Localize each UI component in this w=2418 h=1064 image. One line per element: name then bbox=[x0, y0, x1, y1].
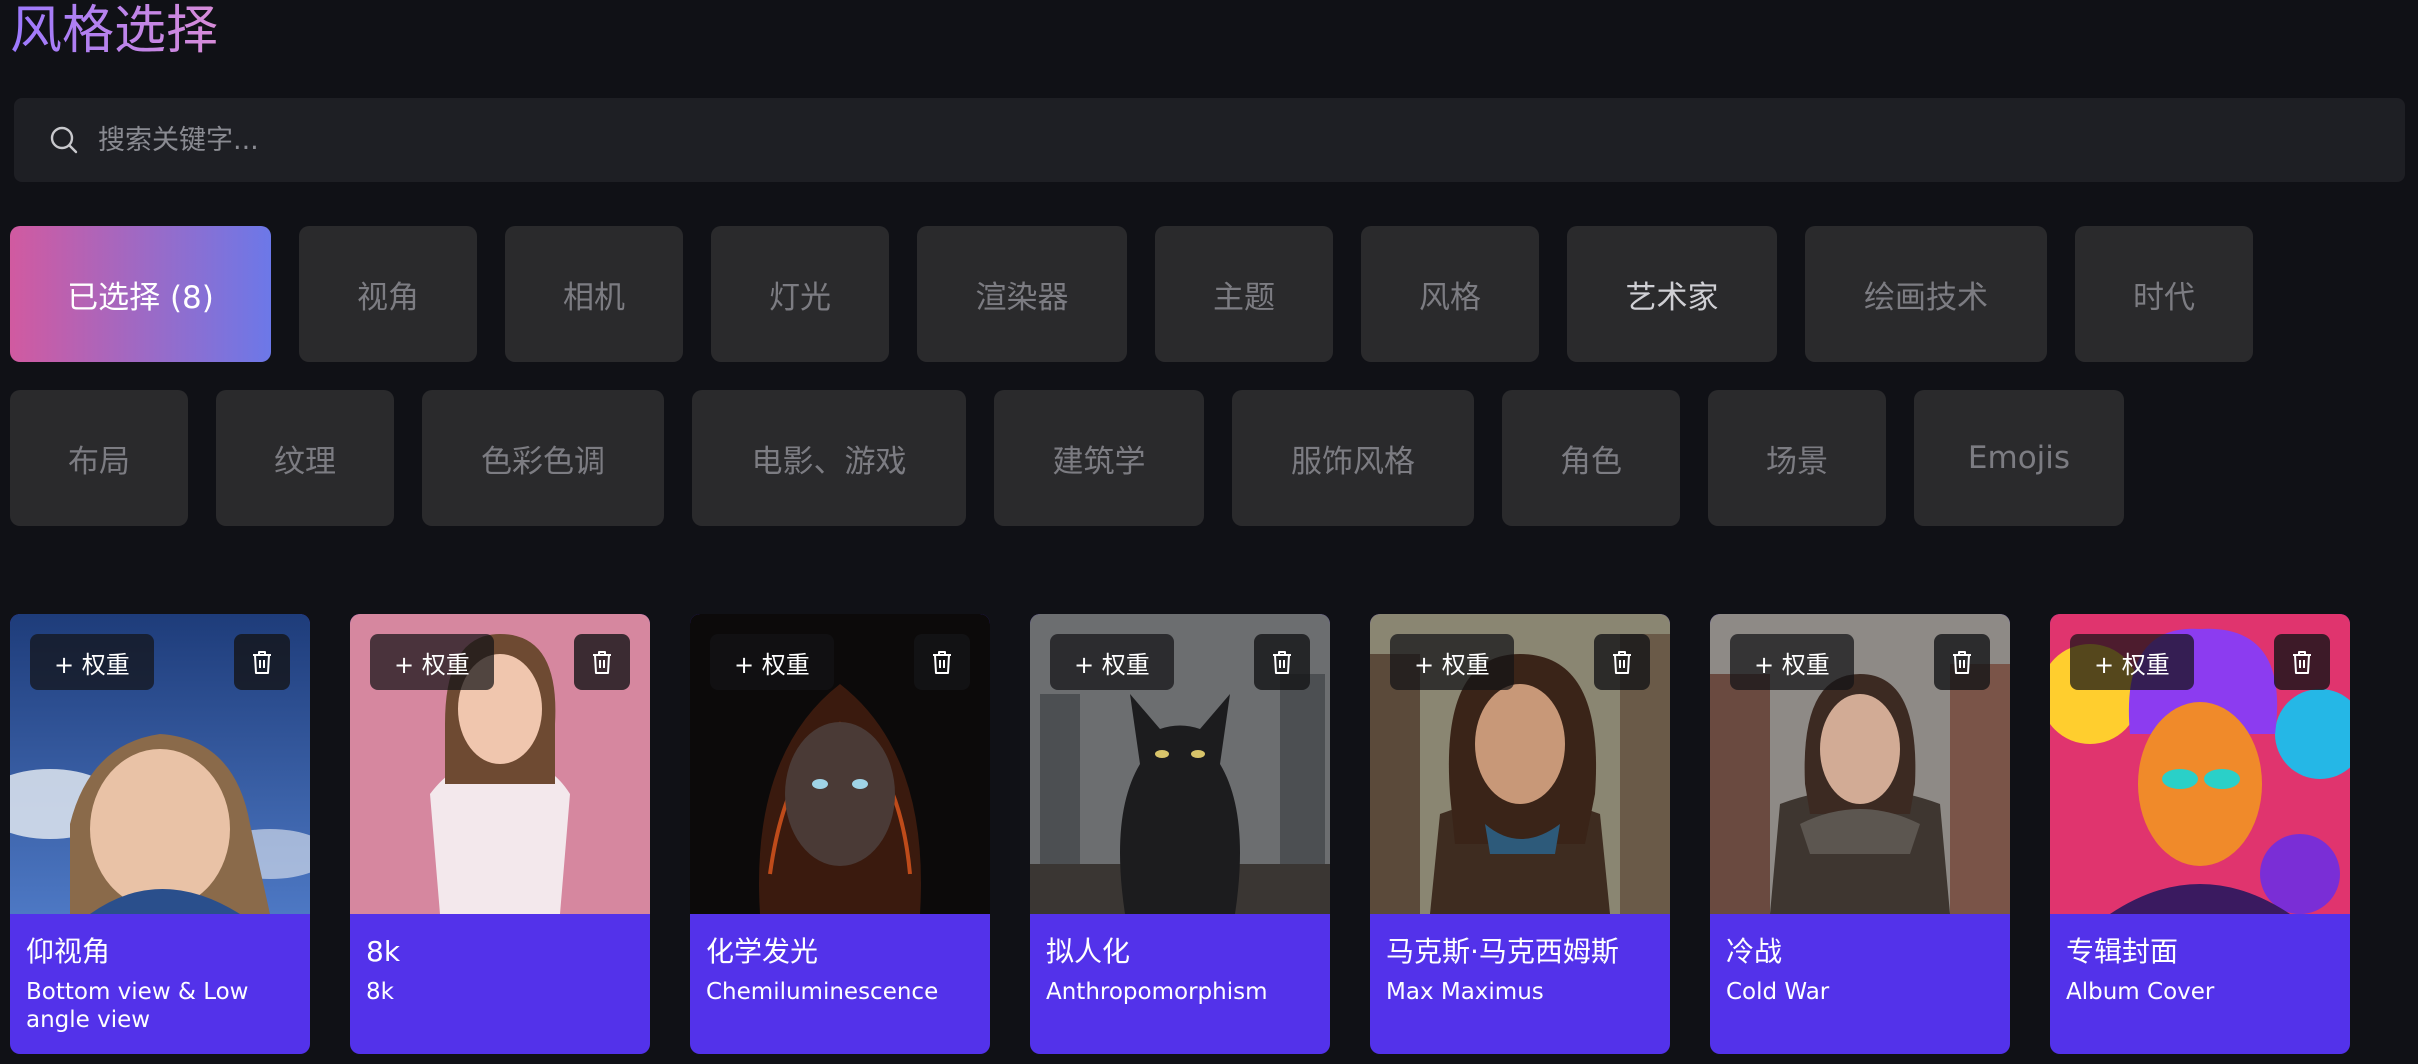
tab-film-game[interactable]: 电影、游戏 bbox=[692, 390, 966, 526]
tab-color-tone[interactable]: 色彩色调 bbox=[422, 390, 664, 526]
trash-icon bbox=[253, 651, 271, 674]
trash-icon bbox=[1953, 651, 1971, 674]
style-card[interactable]: + 权重 8k 8k bbox=[350, 614, 650, 1054]
style-card[interactable]: + 权重 仰视角 Bottom view & Low angle view bbox=[10, 614, 310, 1054]
add-weight-button[interactable]: + 权重 bbox=[30, 634, 154, 690]
tab-selected[interactable]: 已选择 (8) bbox=[10, 226, 271, 362]
tab-theme[interactable]: 主题 bbox=[1155, 226, 1333, 362]
trash-icon bbox=[593, 651, 611, 674]
tab-perspective[interactable]: 视角 bbox=[299, 226, 477, 362]
style-card[interactable]: + 权重 冷战 Cold War bbox=[1710, 614, 2010, 1054]
tab-artist[interactable]: 艺术家 bbox=[1567, 226, 1777, 362]
tab-emojis[interactable]: Emojis bbox=[1914, 390, 2124, 526]
style-name-en: Anthropomorphism bbox=[1046, 979, 1268, 1005]
trash-icon bbox=[1273, 651, 1291, 674]
trash-icon bbox=[933, 651, 951, 674]
style-name-en: 8k bbox=[366, 979, 394, 1005]
tab-painting-technique[interactable]: 绘画技术 bbox=[1805, 226, 2047, 362]
style-name-cn: 8k bbox=[366, 935, 401, 968]
search-bar[interactable] bbox=[14, 98, 2405, 182]
card-info: 8k 8k bbox=[350, 914, 650, 1054]
card-info: 马克斯·马克西姆斯 Max Maximus bbox=[1370, 914, 1670, 1054]
style-card[interactable]: + 权重 拟人化 Anthropomorphism bbox=[1030, 614, 1330, 1054]
tab-texture[interactable]: 纹理 bbox=[216, 390, 394, 526]
tab-character[interactable]: 角色 bbox=[1502, 390, 1680, 526]
add-weight-button[interactable]: + 权重 bbox=[710, 634, 834, 690]
category-tabs-row-1: 已选择 (8) 视角 相机 灯光 渲染器 主题 风格 艺术家 绘画技术 时代 bbox=[10, 226, 2253, 362]
delete-button[interactable] bbox=[2274, 634, 2330, 690]
card-info: 冷战 Cold War bbox=[1710, 914, 2010, 1054]
category-tabs-row-2: 布局 纹理 色彩色调 电影、游戏 建筑学 服饰风格 角色 场景 Emojis bbox=[10, 390, 2124, 526]
style-name-en: Max Maximus bbox=[1386, 979, 1544, 1005]
card-info: 化学发光 Chemiluminescence bbox=[690, 914, 990, 1054]
style-name-en: Bottom view & Low angle view bbox=[26, 979, 249, 1033]
style-name-cn: 拟人化 bbox=[1046, 935, 1131, 968]
tab-clothing-style[interactable]: 服饰风格 bbox=[1232, 390, 1474, 526]
style-name-cn: 专辑封面 bbox=[2066, 935, 2179, 968]
delete-button[interactable] bbox=[234, 634, 290, 690]
style-name-cn: 仰视角 bbox=[26, 935, 111, 968]
style-name-en: Cold War bbox=[1726, 979, 1830, 1005]
add-weight-button[interactable]: + 权重 bbox=[370, 634, 494, 690]
trash-icon bbox=[1613, 651, 1631, 674]
add-weight-button[interactable]: + 权重 bbox=[1390, 634, 1514, 690]
card-info: 专辑封面 Album Cover bbox=[2050, 914, 2350, 1054]
delete-button[interactable] bbox=[914, 634, 970, 690]
trash-icon bbox=[2293, 651, 2311, 674]
selected-style-cards: + 权重 仰视角 Bottom view & Low angle view + … bbox=[10, 614, 2350, 1054]
tab-lighting[interactable]: 灯光 bbox=[711, 226, 889, 362]
tab-renderer[interactable]: 渲染器 bbox=[917, 226, 1127, 362]
style-name-en: Album Cover bbox=[2066, 979, 2215, 1005]
add-weight-button[interactable]: + 权重 bbox=[1730, 634, 1854, 690]
card-info: 仰视角 Bottom view & Low angle view bbox=[10, 914, 310, 1054]
style-name-cn: 马克斯·马克西姆斯 bbox=[1386, 935, 1619, 968]
tab-scene[interactable]: 场景 bbox=[1708, 390, 1886, 526]
add-weight-button[interactable]: + 权重 bbox=[1050, 634, 1174, 690]
search-input[interactable] bbox=[98, 124, 2405, 156]
page-title: 风格选择 bbox=[10, 1, 219, 61]
tab-layout[interactable]: 布局 bbox=[10, 390, 188, 526]
add-weight-button[interactable]: + 权重 bbox=[2070, 634, 2194, 690]
tab-era[interactable]: 时代 bbox=[2075, 226, 2253, 362]
tab-style[interactable]: 风格 bbox=[1361, 226, 1539, 362]
delete-button[interactable] bbox=[1594, 634, 1650, 690]
tab-camera[interactable]: 相机 bbox=[505, 226, 683, 362]
style-name-en: Chemiluminescence bbox=[706, 979, 939, 1005]
delete-button[interactable] bbox=[574, 634, 630, 690]
style-name-cn: 冷战 bbox=[1726, 935, 1783, 968]
style-card[interactable]: + 权重 化学发光 Chemiluminescence bbox=[690, 614, 990, 1054]
style-card[interactable]: + 权重 马克斯·马克西姆斯 Max Maximus bbox=[1370, 614, 1670, 1054]
card-info: 拟人化 Anthropomorphism bbox=[1030, 914, 1330, 1054]
delete-button[interactable] bbox=[1934, 634, 1990, 690]
tab-architecture[interactable]: 建筑学 bbox=[994, 390, 1204, 526]
delete-button[interactable] bbox=[1254, 634, 1310, 690]
style-name-cn: 化学发光 bbox=[706, 935, 819, 968]
style-card[interactable]: + 权重 专辑封面 Album Cover bbox=[2050, 614, 2350, 1054]
search-icon bbox=[44, 120, 84, 160]
